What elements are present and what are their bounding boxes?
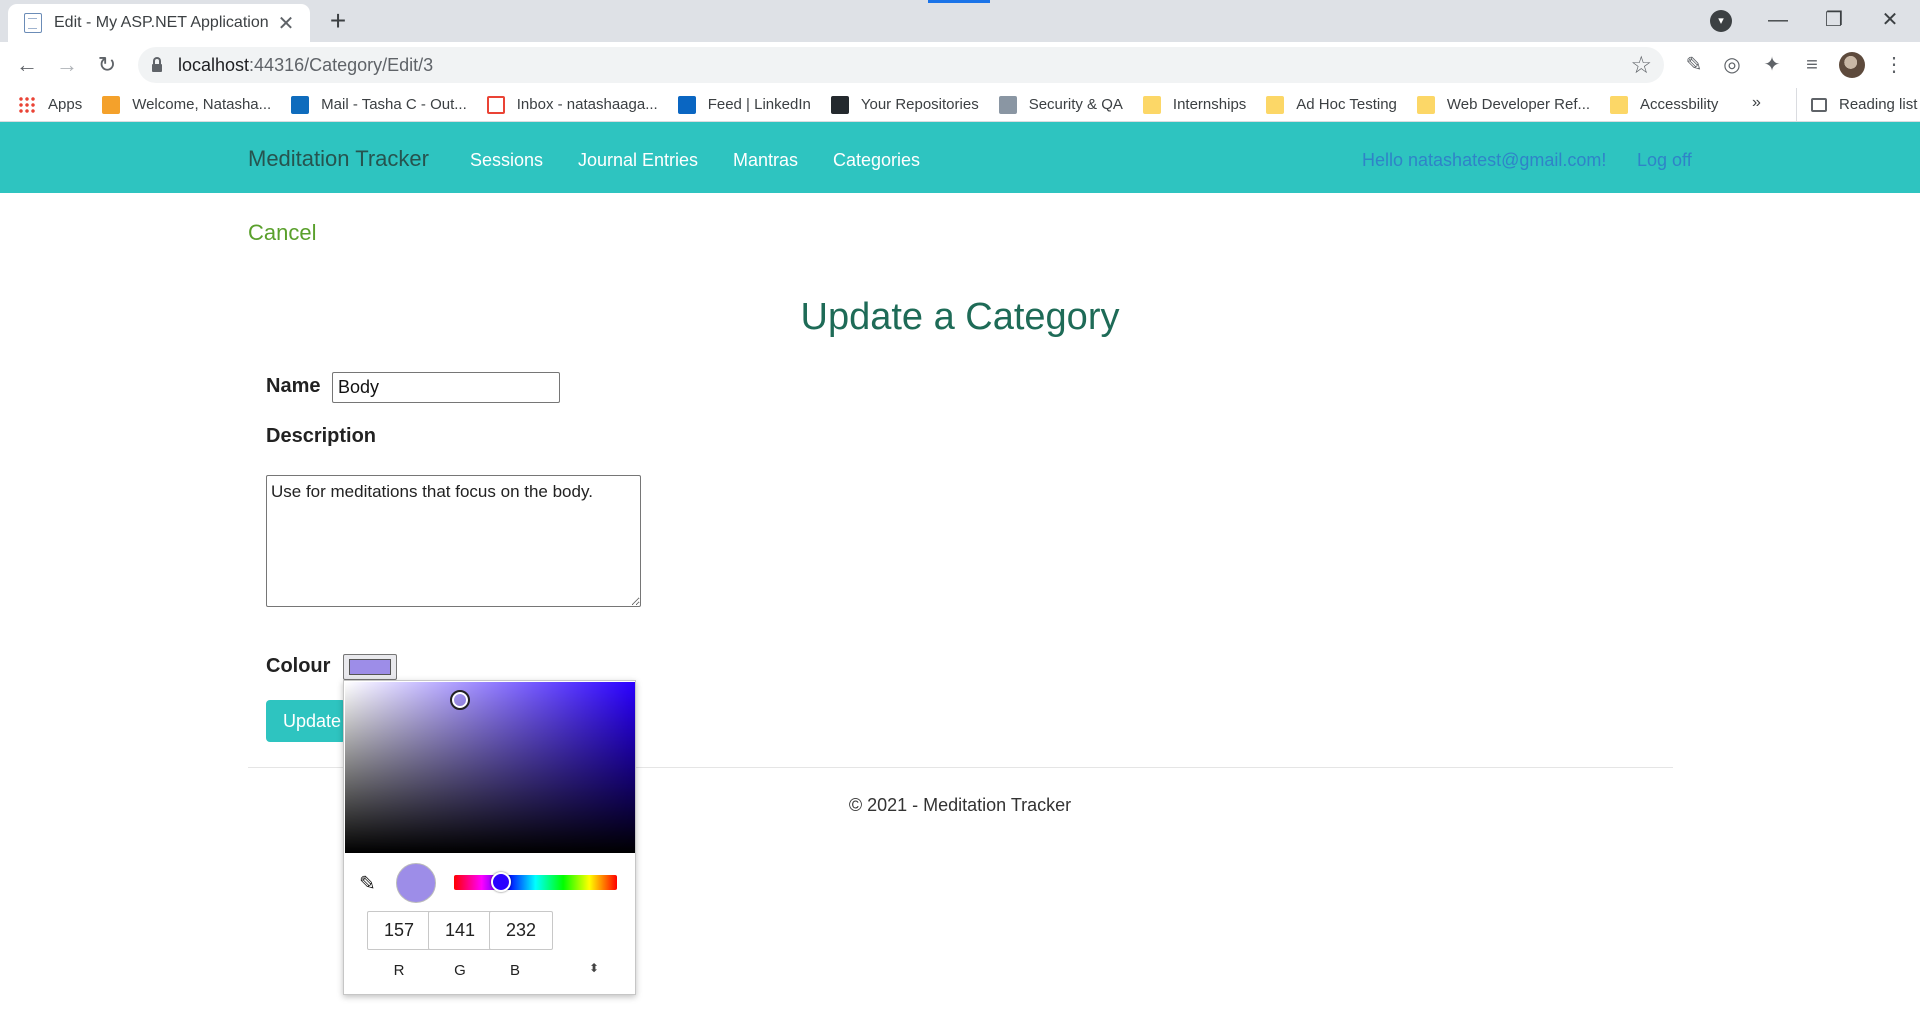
bookmark-label: Mail - Tasha C - Out...	[321, 96, 467, 113]
bookmark-internships[interactable]: Internships	[1142, 95, 1247, 114]
colour-preview	[396, 863, 436, 903]
footer-text: © 2021 - Meditation Tracker	[848, 795, 1072, 815]
forward-icon[interactable]: →	[51, 49, 83, 81]
red-input[interactable]	[367, 911, 431, 950]
bookmark-label: Apps	[48, 96, 83, 113]
gmail-icon	[486, 95, 505, 114]
tab-title: Edit - My ASP.NET Application	[54, 14, 269, 31]
media-control-icon[interactable]: ≡	[1798, 51, 1826, 79]
bookmark-security[interactable]: Security & QA	[998, 95, 1123, 114]
page-title: Update a Category	[800, 296, 1120, 338]
folder-icon	[1610, 95, 1629, 114]
extension-eyedropper-icon[interactable]: ✎	[1680, 51, 1708, 79]
reading-list-icon	[1811, 97, 1827, 112]
nav-categories[interactable]: Categories	[833, 150, 920, 171]
browser-menu-icon[interactable]: ⋮	[1880, 51, 1908, 79]
green-input[interactable]	[428, 911, 492, 950]
site-navbar: Meditation Tracker Sessions Journal Entr…	[0, 122, 1920, 193]
close-window-icon[interactable]: ✕	[1862, 0, 1918, 42]
url-host: localhost	[178, 54, 250, 75]
colour-swatch-fill	[349, 659, 391, 675]
brand-link[interactable]: Meditation Tracker	[248, 146, 429, 172]
hue-slider[interactable]	[454, 872, 617, 892]
nav-sessions[interactable]: Sessions	[470, 150, 543, 171]
folder-icon	[1266, 95, 1285, 114]
blue-label: B	[509, 962, 520, 979]
eyedropper-icon[interactable]: ✎	[359, 871, 376, 896]
bookmark-apps[interactable]: Apps	[18, 95, 83, 114]
lock-icon[interactable]	[152, 56, 162, 72]
bookmark-star-icon[interactable]: ☆	[1630, 51, 1652, 80]
tabstrip-accent	[928, 0, 990, 3]
user-greeting-link[interactable]: Hello natashatest@gmail.com!	[1362, 150, 1606, 171]
browser-toolbar: ← → ↻ localhost:44316/Category/Edit/3 ☆ …	[0, 42, 1920, 88]
tab-close-icon[interactable]: ✕	[274, 11, 298, 36]
page-favicon-icon	[24, 13, 42, 33]
bookmark-webdev[interactable]: Web Developer Ref...	[1416, 95, 1591, 114]
restore-icon[interactable]: ❐	[1806, 0, 1862, 42]
bookmark-label: Ad Hoc Testing	[1296, 96, 1397, 113]
bookmark-label: Web Developer Ref...	[1446, 96, 1591, 113]
bookmarks-bar: Apps Welcome, Natasha... Mail - Tasha C …	[0, 88, 1920, 122]
bookmark-repositories[interactable]: Your Repositories	[830, 95, 979, 114]
bookmark-adhoc[interactable]: Ad Hoc Testing	[1266, 95, 1397, 114]
bookmark-label: Welcome, Natasha...	[132, 96, 272, 113]
colour-label: Colour	[266, 655, 331, 677]
tab-search-icon[interactable]: ▾	[1710, 10, 1732, 32]
bookmark-label: Inbox - natashaaga...	[516, 96, 658, 113]
description-label: Description	[266, 425, 377, 447]
format-toggle-icon[interactable]: ⬍	[589, 961, 599, 975]
back-icon[interactable]: ←	[11, 49, 43, 81]
extension-circle-icon[interactable]: ◎	[1718, 51, 1746, 79]
blue-input[interactable]	[489, 911, 553, 950]
bookmark-label: Accessbility	[1640, 96, 1719, 113]
saturation-value-area[interactable]	[345, 682, 635, 853]
hue-slider-handle[interactable]	[491, 872, 511, 892]
folder-icon	[1416, 95, 1435, 114]
security-icon	[998, 95, 1017, 114]
saturation-value-handle[interactable]	[450, 690, 470, 710]
bookmark-mail[interactable]: Mail - Tasha C - Out...	[291, 95, 467, 114]
extensions-puzzle-icon[interactable]: ✦	[1758, 51, 1786, 79]
bookmarks-overflow-icon[interactable]: »	[1752, 94, 1761, 112]
colour-picker-popup: ✎ R G B ⬍	[343, 680, 636, 995]
browser-tabstrip: Edit - My ASP.NET Application ✕ + ▾ — ❐ …	[0, 0, 1920, 42]
name-input[interactable]	[332, 372, 560, 403]
minimize-icon[interactable]: —	[1750, 0, 1806, 42]
address-bar[interactable]: localhost:44316/Category/Edit/3 ☆	[138, 47, 1664, 83]
bookmark-label: Security & QA	[1028, 96, 1123, 113]
red-label: R	[393, 962, 405, 979]
cancel-link[interactable]: Cancel	[248, 220, 316, 246]
update-button[interactable]: Update	[266, 700, 346, 742]
bookmark-label: Your Repositories	[860, 96, 979, 113]
reading-list-label: Reading list	[1839, 96, 1918, 113]
welcome-icon	[102, 95, 121, 114]
name-label: Name	[266, 375, 321, 397]
bookmark-inbox[interactable]: Inbox - natashaaga...	[486, 95, 658, 114]
colour-input[interactable]	[343, 654, 397, 680]
linkedin-icon	[677, 95, 696, 114]
folder-icon	[1142, 95, 1161, 114]
bookmark-label: Feed | LinkedIn	[707, 96, 811, 113]
bookmark-welcome[interactable]: Welcome, Natasha...	[102, 95, 272, 114]
url-path: :44316/Category/Edit/3	[249, 54, 434, 75]
github-icon	[830, 95, 849, 114]
bookmark-label: Internships	[1172, 96, 1247, 113]
reading-list-button[interactable]: Reading list	[1796, 88, 1917, 121]
bookmark-accessibility[interactable]: Accessbility	[1610, 95, 1719, 114]
outlook-icon	[291, 95, 310, 114]
logoff-link[interactable]: Log off	[1637, 150, 1692, 171]
bookmark-linkedin[interactable]: Feed | LinkedIn	[677, 95, 811, 114]
nav-journal-entries[interactable]: Journal Entries	[578, 150, 698, 171]
description-textarea[interactable]: Use for meditations that focus on the bo…	[266, 475, 641, 607]
profile-avatar[interactable]	[1839, 52, 1865, 78]
new-tab-icon[interactable]: +	[322, 6, 354, 38]
reload-icon[interactable]: ↻	[91, 49, 123, 81]
browser-tab[interactable]: Edit - My ASP.NET Application ✕	[8, 4, 310, 42]
nav-mantras[interactable]: Mantras	[733, 150, 798, 171]
apps-icon	[18, 95, 36, 114]
